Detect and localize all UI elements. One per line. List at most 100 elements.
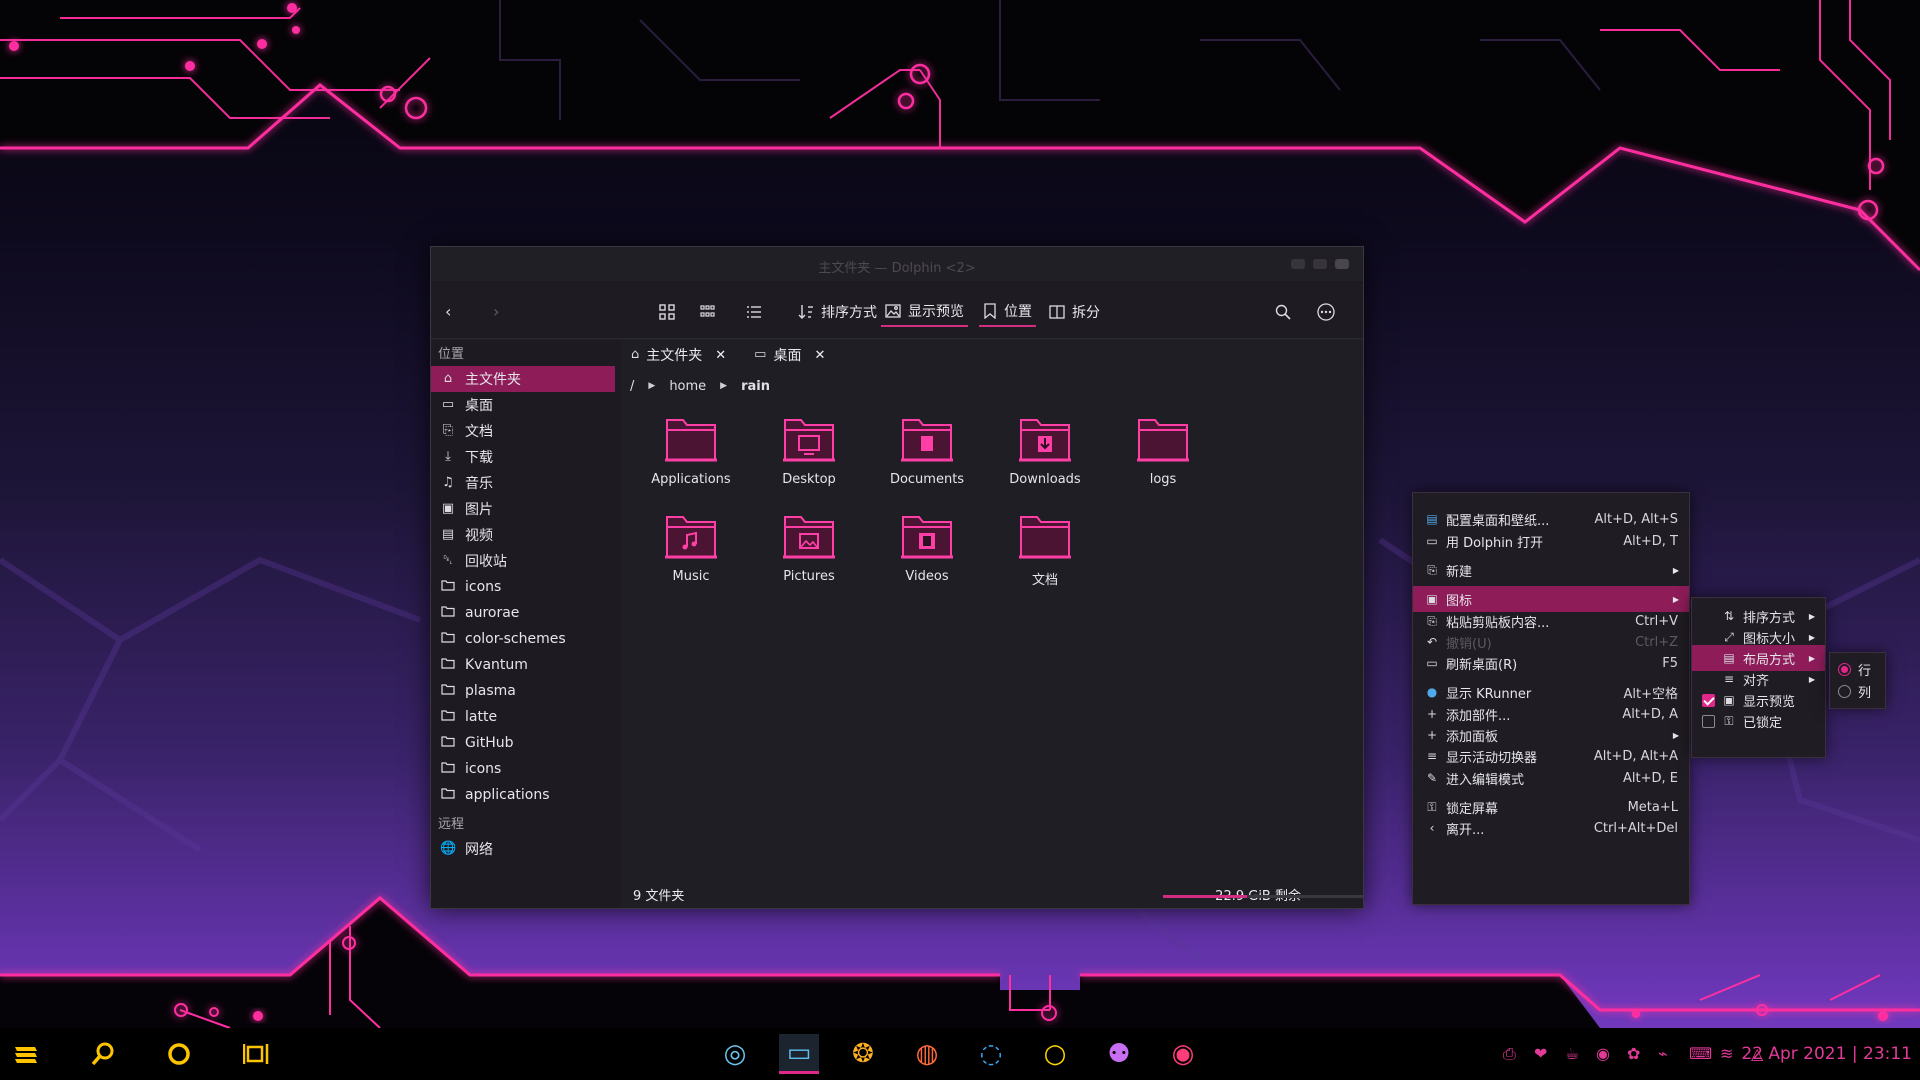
checkbox[interactable] xyxy=(1702,714,1715,728)
sidebar-item-3[interactable]: ⎘ 文档 xyxy=(431,418,621,444)
file-item[interactable]: Desktop xyxy=(749,412,869,487)
chat-icon[interactable]: ○ xyxy=(1039,1038,1071,1070)
flower-icon[interactable]: ✿ xyxy=(1627,1044,1640,1063)
sidebar-item-17[interactable]: applications xyxy=(431,782,621,808)
sidebar-item-5[interactable]: ♫ 音乐 xyxy=(431,470,621,496)
shortcut-label: Ctrl+Alt+Del xyxy=(1593,820,1678,836)
sidebar-item-network[interactable]: 🌐 网络 xyxy=(431,836,621,862)
edge-icon[interactable]: ◌ xyxy=(975,1038,1007,1070)
volume-icon[interactable]: ≋ xyxy=(1720,1044,1733,1063)
file-item[interactable]: Videos xyxy=(867,509,987,584)
sidebar-item-7[interactable]: ▤ 视频 xyxy=(431,522,621,548)
file-item[interactable]: 文档 xyxy=(985,509,1105,588)
breadcrumb-root[interactable]: / xyxy=(630,379,634,394)
chevron-right-icon: ▶ xyxy=(648,381,656,391)
sidebar-item-1[interactable]: ⌂ 主文件夹 xyxy=(431,366,615,392)
radio-button[interactable] xyxy=(1838,684,1851,698)
menu-icon[interactable] xyxy=(10,1038,42,1070)
context-item-12[interactable]: ✎ 进入编辑模式 Alt+D, E xyxy=(1413,765,1689,791)
sidebar-item-13[interactable]: plasma xyxy=(431,678,621,704)
forward-button[interactable]: › xyxy=(489,297,503,327)
maximize-button[interactable] xyxy=(1313,259,1327,269)
disc-icon[interactable]: ◉ xyxy=(1596,1044,1610,1063)
file-item[interactable]: Pictures xyxy=(749,509,869,584)
sidebar-item-14[interactable]: latte xyxy=(431,704,621,730)
menu-item-label: 刷新桌面(R) xyxy=(1446,657,1518,673)
sidebar-item-16[interactable]: icons xyxy=(431,756,621,782)
file-item[interactable]: Downloads xyxy=(985,412,1105,487)
sidebar-item-11[interactable]: color-schemes xyxy=(431,626,621,652)
chevron-right-icon: ▶ xyxy=(720,381,728,391)
sidebar-item-10[interactable]: aurorae xyxy=(431,600,621,626)
folder-icon xyxy=(665,516,717,559)
file-item[interactable]: Music xyxy=(631,509,751,584)
sidebar-item-6[interactable]: ▣ 图片 xyxy=(431,496,621,522)
submenu-arrow-icon: ▶ xyxy=(1672,730,1679,740)
circle-icon[interactable] xyxy=(163,1038,195,1070)
close-tab-icon[interactable]: ✕ xyxy=(814,348,825,363)
sidebar-item-15[interactable]: GitHub xyxy=(431,730,621,756)
compact-view-button[interactable] xyxy=(696,297,720,327)
network-icon[interactable]: ⌁ xyxy=(1658,1044,1668,1063)
sidebar-item-8[interactable]: ␡ 回收站 xyxy=(431,548,621,574)
cherry-icon[interactable]: ◉ xyxy=(1167,1038,1199,1070)
checkbox[interactable] xyxy=(1702,693,1715,707)
minimize-button[interactable] xyxy=(1291,259,1305,269)
file-item[interactable]: logs xyxy=(1103,412,1223,487)
menu-item-label: 配置桌面和壁纸... xyxy=(1446,513,1550,529)
firefox-icon[interactable]: ◍ xyxy=(911,1038,943,1070)
file-label: logs xyxy=(1149,472,1177,487)
icons-view-button[interactable] xyxy=(655,297,679,327)
file-item[interactable]: Documents xyxy=(867,412,987,487)
context-item-2[interactable]: ▭ 用 Dolphin 打开 Alt+D, T xyxy=(1413,528,1689,554)
context-item-3[interactable]: ⎘ 新建 ▶ xyxy=(1413,557,1689,583)
back-button[interactable]: ‹ xyxy=(441,297,455,327)
tab-desktop[interactable]: ▭ 桌面 ✕ xyxy=(754,340,837,370)
preview-button[interactable]: 显示预览 xyxy=(881,297,968,327)
camera-icon[interactable]: ◎ xyxy=(719,1038,751,1070)
layout-option-2[interactable]: 列 xyxy=(1830,678,1885,704)
tab-home[interactable]: ⌂ 主文件夹 ✕ xyxy=(631,340,738,370)
tab-label: 桌面 xyxy=(773,348,802,364)
search-button[interactable] xyxy=(1271,297,1295,327)
clock[interactable]: 22 Apr 2021 | 23:11 xyxy=(1741,1044,1912,1064)
folder-icon xyxy=(440,579,456,596)
window-switch-icon[interactable] xyxy=(240,1038,272,1070)
dolphin-icon[interactable]: ▭ xyxy=(779,1034,819,1074)
sort-button[interactable]: 排序方式 xyxy=(794,297,881,327)
folder-icon xyxy=(783,516,835,559)
sidebar-item-2[interactable]: ▭ 桌面 xyxy=(431,392,621,418)
breadcrumb-home[interactable]: home xyxy=(669,379,706,394)
radio-button[interactable] xyxy=(1838,662,1851,676)
keyboard-icon[interactable]: ⌨ xyxy=(1689,1044,1712,1063)
file-item[interactable]: Applications xyxy=(631,412,751,487)
sidebar-item-12[interactable]: Kvantum xyxy=(431,652,621,678)
sidebar-item-4[interactable]: ⤓ 下载 xyxy=(431,444,621,470)
split-button[interactable]: 拆分 xyxy=(1045,297,1104,327)
github-icon[interactable]: ⚉ xyxy=(1103,1038,1135,1070)
places-button[interactable]: 位置 xyxy=(979,297,1036,327)
menu-button[interactable] xyxy=(1313,297,1339,327)
search-icon[interactable] xyxy=(87,1038,119,1070)
details-view-button[interactable] xyxy=(742,297,766,327)
context-item-7[interactable]: ▭ 刷新桌面(R) F5 xyxy=(1413,650,1689,676)
close-button[interactable] xyxy=(1335,259,1349,269)
bucket-icon[interactable]: ❤ xyxy=(1534,1044,1547,1063)
icons-submenu-item-6[interactable]: ⚿ 已锁定 xyxy=(1692,708,1825,734)
file-label: Desktop xyxy=(782,472,836,487)
breadcrumb-current[interactable]: rain xyxy=(741,379,770,394)
folder-open-icon: ▭ xyxy=(1426,534,1438,548)
cup-icon[interactable]: ☕ xyxy=(1565,1044,1579,1063)
title-bar[interactable]: 主文件夹 — Dolphin <2> xyxy=(431,247,1363,283)
sidebar-item-9[interactable]: icons xyxy=(431,574,621,600)
context-item-14[interactable]: ‹ 离开... Ctrl+Alt+Del xyxy=(1413,815,1689,841)
sort-icon: ⇅ xyxy=(1723,609,1735,623)
home-icon: ⌂ xyxy=(631,347,640,362)
shortcut-label: Alt+D, A xyxy=(1622,706,1678,722)
layout-icon: ▤ xyxy=(1723,651,1735,665)
activities-icon: ≡ xyxy=(1426,749,1438,763)
close-tab-icon[interactable]: ✕ xyxy=(715,348,726,363)
desktop-icon: ▭ xyxy=(754,347,767,362)
anime-icon[interactable]: ❂ xyxy=(847,1038,879,1070)
printer-icon[interactable]: ⎙ xyxy=(1503,1044,1516,1064)
